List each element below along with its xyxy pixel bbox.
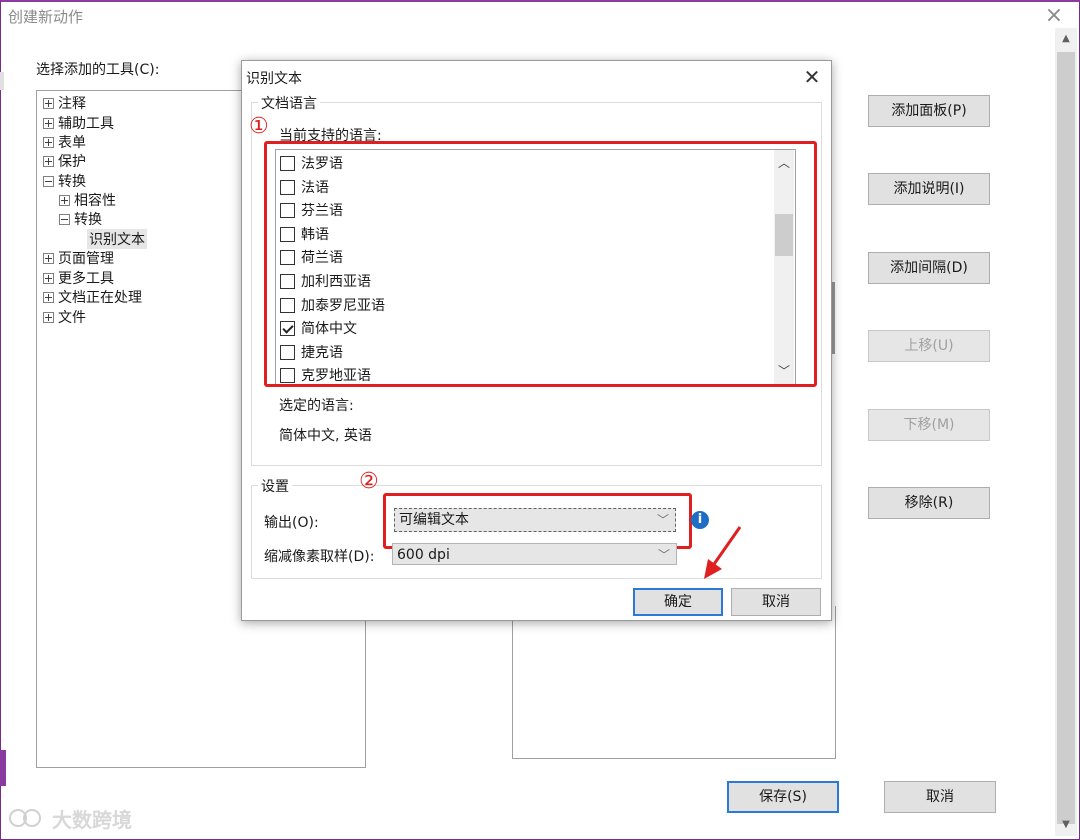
watermark-text: 大数跨境: [52, 808, 132, 832]
dialog-title: 识别文本: [246, 71, 302, 87]
expand-icon[interactable]: [43, 252, 54, 264]
tree-item-convert-sub[interactable]: 转换: [59, 209, 102, 229]
tree-item-forms[interactable]: 表单: [43, 132, 86, 152]
scroll-down-icon[interactable]: ▼: [1055, 816, 1077, 834]
move-up-button[interactable]: 上移(U): [868, 330, 990, 362]
expand-icon[interactable]: [43, 117, 54, 129]
expand-icon[interactable]: [43, 291, 54, 303]
tree-item-label: 转换: [58, 174, 86, 190]
annotation-marker-1: ①: [249, 114, 269, 139]
save-button[interactable]: 保存(S): [727, 781, 839, 813]
settings-legend: 设置: [258, 476, 292, 496]
expand-icon[interactable]: [43, 272, 54, 284]
action-list-box[interactable]: [512, 606, 836, 759]
add-separator-button[interactable]: 添加间隔(D): [868, 252, 990, 284]
tree-item-document-processing[interactable]: 文档正在处理: [43, 287, 142, 307]
tree-item-label: 辅助工具: [58, 116, 114, 132]
expand-icon[interactable]: [43, 311, 54, 323]
output-label: 输出(O):: [264, 515, 319, 531]
tree-item-accessibility[interactable]: 辅助工具: [43, 113, 114, 133]
window-scrollbar[interactable]: ▲ ▼: [1055, 28, 1077, 836]
expand-icon[interactable]: [43, 97, 54, 109]
expand-icon[interactable]: [43, 136, 54, 148]
tree-item-protect[interactable]: 保护: [43, 151, 86, 171]
window-title: 创建新动作: [8, 8, 84, 26]
tree-item-convert[interactable]: 转换: [43, 171, 86, 191]
tree-item-label: 页面管理: [58, 251, 114, 267]
selected-languages-label: 选定的语言:: [279, 398, 354, 414]
scroll-up-icon[interactable]: ▲: [1055, 30, 1077, 48]
cancel-button[interactable]: 取消: [884, 781, 996, 813]
watermark-logo-icon: [9, 809, 41, 827]
add-panel-button[interactable]: 添加面板(P): [868, 95, 990, 127]
tree-item-page-management[interactable]: 页面管理: [43, 248, 114, 268]
tree-item-label: 保护: [58, 154, 86, 170]
tree-item-label: 更多工具: [58, 271, 114, 287]
selected-languages-value: 简体中文, 英语: [279, 428, 372, 444]
highlight-box-output: [383, 493, 692, 549]
dialog-close-icon[interactable]: ✕: [800, 65, 824, 89]
tree-item-annotation[interactable]: 注释: [43, 93, 86, 113]
action-list-scrollbar[interactable]: [832, 282, 835, 354]
scrollbar-thumb[interactable]: [1057, 52, 1075, 824]
collapse-icon[interactable]: [59, 213, 70, 225]
expand-icon[interactable]: [59, 194, 70, 206]
tree-item-label: 注释: [58, 96, 86, 112]
tree-item-label: 识别文本: [87, 229, 147, 249]
downsample-label: 缩减像素取样(D):: [264, 549, 375, 565]
document-language-legend: 文档语言: [258, 93, 320, 113]
highlight-box-languages: [264, 141, 817, 387]
downsample-select[interactable]: 600 dpi ﹀: [392, 543, 677, 565]
remove-button[interactable]: 移除(R): [868, 487, 990, 519]
annotation-arrow-icon: [704, 526, 742, 579]
dialog-cancel-button[interactable]: 取消: [731, 588, 821, 616]
window-edge-accent: [0, 750, 6, 786]
downsample-select-value: 600 dpi: [397, 547, 450, 563]
tree-item-label: 文件: [58, 310, 86, 326]
tree-item-compatibility[interactable]: 相容性: [59, 190, 116, 210]
tree-item-label: 相容性: [74, 193, 116, 209]
tree-item-label: 转换: [74, 212, 102, 228]
tree-item-file[interactable]: 文件: [43, 307, 86, 327]
tree-item-more-tools[interactable]: 更多工具: [43, 268, 114, 288]
tree-item-label: 表单: [58, 135, 86, 151]
ok-button[interactable]: 确定: [633, 588, 723, 616]
expand-icon[interactable]: [43, 155, 54, 167]
chevron-down-icon[interactable]: ﹀: [658, 544, 670, 566]
collapse-icon[interactable]: [43, 175, 54, 187]
tree-item-label: 文档正在处理: [58, 290, 142, 306]
add-note-button[interactable]: 添加说明(I): [868, 173, 990, 205]
annotation-marker-2: ②: [359, 469, 379, 494]
tools-label: 选择添加的工具(C):: [36, 62, 160, 78]
background-window-edge: [0, 72, 4, 90]
window-close-icon[interactable]: ×: [1040, 2, 1068, 30]
move-down-button[interactable]: 下移(M): [868, 409, 990, 441]
tree-item-recognize-text[interactable]: 识别文本: [87, 229, 147, 249]
recognize-text-dialog: 识别文本 ✕ 文档语言 ① 当前支持的语言: 法罗语 法语 芬兰语 韩语 荷兰语…: [241, 60, 832, 621]
